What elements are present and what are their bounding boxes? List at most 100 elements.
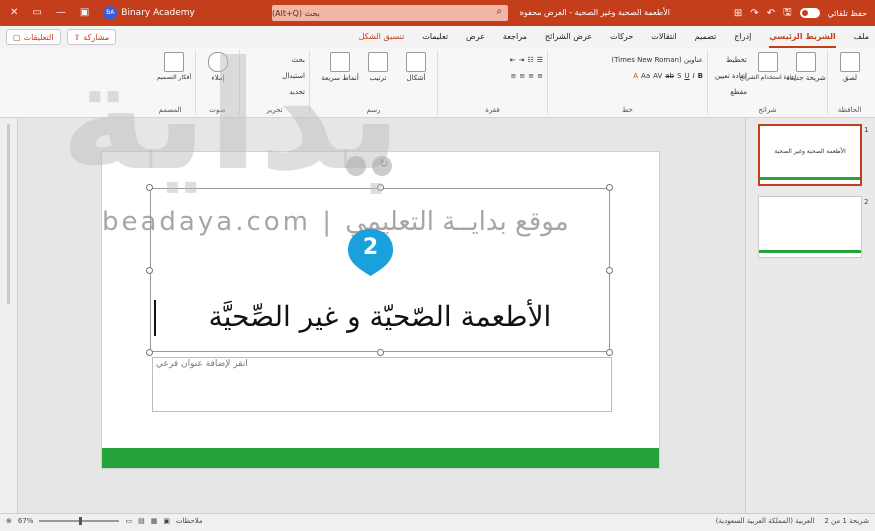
slideshow-view-icon[interactable]: ▭ — [125, 517, 132, 525]
numbering-icon[interactable]: ☷ — [527, 56, 533, 64]
normal-view-icon[interactable]: ▣ — [163, 517, 170, 525]
group-drawing: أشكال ترتيب أنماط سريعة رسم — [309, 50, 437, 115]
minimize-button[interactable]: — — [56, 4, 66, 22]
thumbnail-pane: 1 الأطعمة الصحية وغير الصحية 2 — [745, 118, 875, 513]
paste-button[interactable]: لصق — [833, 52, 867, 82]
italic-button[interactable]: I — [693, 72, 695, 80]
layout-label: تخطيط — [726, 56, 747, 64]
select-button[interactable]: تحديد — [244, 84, 305, 100]
user-name: Binary Academy — [121, 8, 195, 18]
ribbon-tabs: ملف الشريط الرئيسي إدراج تصميم انتقالات … — [0, 26, 875, 48]
search-box[interactable]: بحث (Alt+Q) ⌕ — [272, 5, 508, 21]
fit-slide-icon[interactable]: ⊕ — [6, 517, 12, 525]
language-status[interactable]: العربية (المملكة العربية السعودية) — [716, 517, 815, 525]
slide-thumbnail-2[interactable] — [758, 196, 862, 258]
thumb-title: الأطعمة الصحية وغير الصحية — [774, 148, 846, 155]
scrollbar[interactable] — [7, 124, 10, 304]
spacing-button[interactable]: AV — [653, 72, 662, 80]
find-button[interactable]: بحث — [244, 52, 305, 68]
resize-handle[interactable] — [146, 267, 153, 274]
section-button[interactable]: مقطع — [715, 84, 747, 100]
save-icon[interactable]: 🖫 — [783, 5, 792, 22]
sorter-view-icon[interactable]: ▦ — [151, 517, 158, 525]
replace-button[interactable]: استبدال — [244, 68, 305, 84]
tab-home[interactable]: الشريط الرئيسي — [769, 26, 836, 48]
quick-styles-icon — [330, 52, 350, 72]
resize-handle[interactable] — [377, 184, 384, 191]
font-format-row: B I U S ab AV Aa A — [552, 68, 703, 84]
design-ideas-button[interactable]: أفكار التصميم — [157, 52, 191, 81]
reading-view-icon[interactable]: ▤ — [138, 517, 145, 525]
tab-animations[interactable]: حركات — [610, 26, 633, 48]
account-button[interactable]: BA Binary Academy — [103, 6, 195, 20]
microphone-icon — [208, 52, 228, 72]
tab-shape-format[interactable]: تنسيق الشكل — [359, 26, 405, 48]
slide-title-text[interactable]: الأطعمة الصّحيّة و غير الصِّحيَّة — [150, 292, 610, 342]
autosave-label: حفظ تلقائي — [827, 8, 867, 18]
bullets-icon[interactable]: ☰ — [537, 56, 543, 64]
undo-icon[interactable]: ↶ — [767, 8, 775, 19]
font-name-select[interactable]: عناوين (Times New Roman) — [552, 52, 703, 68]
outdent-icon[interactable]: ⇤ — [510, 56, 516, 64]
replace-label: استبدال — [282, 72, 305, 80]
align-center-icon[interactable]: ≡ — [528, 72, 534, 80]
indent-icon[interactable]: ⇥ — [519, 56, 525, 64]
tab-help[interactable]: تعليمات — [422, 26, 448, 48]
comments-button[interactable]: ▢ التعليقات — [6, 29, 61, 45]
strike-button[interactable]: ab — [665, 72, 674, 80]
comment-icon: ▢ — [13, 32, 21, 42]
zoom-level[interactable]: 67% — [18, 517, 34, 525]
dictate-button[interactable]: إملاء — [201, 52, 235, 82]
tab-file[interactable]: ملف — [854, 26, 869, 48]
search-icon: ⌕ — [496, 6, 502, 17]
resize-handle[interactable] — [146, 184, 153, 191]
layout-button[interactable]: تخطيط — [715, 52, 747, 68]
group-designer: أفكار التصميم المصمم — [145, 50, 195, 115]
autosave-toggle[interactable] — [799, 8, 820, 18]
font-color-button[interactable]: A — [633, 72, 638, 80]
share-button[interactable]: ⇪ مشاركة — [66, 29, 117, 45]
quick-styles-button[interactable]: أنماط سريعة — [321, 52, 359, 82]
tab-insert[interactable]: إدراج — [734, 26, 751, 48]
subtitle-placeholder-text[interactable]: انقر لإضافة عنوان فرعي — [156, 359, 248, 369]
rotate-handle-icon[interactable]: ↻ — [378, 158, 390, 170]
tab-design[interactable]: تصميم — [695, 26, 717, 48]
status-left: ⊕ 67% ▭ ▤ ▦ ▣ ملاحظات — [6, 517, 203, 525]
tab-slideshow[interactable]: عرض الشرائح — [545, 26, 592, 48]
reuse-slides-button[interactable]: إعادة استخدام الشرائح — [740, 52, 796, 100]
restore-button[interactable]: ▭ — [32, 4, 41, 22]
case-button[interactable]: Aa — [641, 72, 650, 80]
align-left-icon[interactable]: ≡ — [519, 72, 525, 80]
shadow-button[interactable]: S — [677, 72, 681, 80]
present-icon[interactable]: ⊞ — [734, 8, 742, 19]
bold-button[interactable]: B — [698, 72, 703, 80]
shapes-button[interactable]: أشكال — [399, 52, 433, 82]
zoom-slider[interactable] — [39, 517, 120, 525]
tab-review[interactable]: مراجعة — [503, 26, 527, 48]
resize-handle[interactable] — [377, 349, 384, 356]
resize-handle[interactable] — [606, 184, 613, 191]
group-label-slides: شرائح — [758, 106, 777, 114]
redo-icon[interactable]: ↷ — [750, 8, 758, 19]
ribbon-display-icon[interactable]: ▣ — [80, 4, 89, 22]
arrange-button[interactable]: ترتيب — [361, 52, 395, 82]
resize-handle[interactable] — [606, 267, 613, 274]
notes-button[interactable]: ملاحظات — [176, 517, 203, 525]
reset-button[interactable]: إعادة تعيين — [715, 68, 747, 84]
quick-styles-label: أنماط سريعة — [321, 74, 359, 82]
resize-handle[interactable] — [606, 349, 613, 356]
justify-icon[interactable]: ≡ — [511, 72, 517, 80]
resize-handle[interactable] — [146, 349, 153, 356]
slide-canvas[interactable]: ↻ الأطعمة الصّحيّة و غير الصِّحيَّة انقر… — [102, 152, 659, 468]
dictate-label: إملاء — [211, 74, 225, 82]
underline-button[interactable]: U — [684, 72, 689, 80]
status-right: شريحة 1 من 2 العربية (المملكة العربية ال… — [716, 517, 869, 525]
tab-view[interactable]: عرض — [466, 26, 485, 48]
slide-thumbnail-1[interactable]: الأطعمة الصحية وغير الصحية — [758, 124, 862, 186]
slide-position: شريحة 1 من 2 — [824, 517, 869, 525]
tab-transitions[interactable]: انتقالات — [651, 26, 676, 48]
close-button[interactable]: ✕ — [10, 4, 18, 22]
search-text: بحث (Alt+Q) — [272, 8, 320, 18]
align-right-icon[interactable]: ≡ — [537, 72, 543, 80]
quick-access: حفظ تلقائي 🖫 ↶ ↷ ⊞ — [734, 4, 867, 22]
